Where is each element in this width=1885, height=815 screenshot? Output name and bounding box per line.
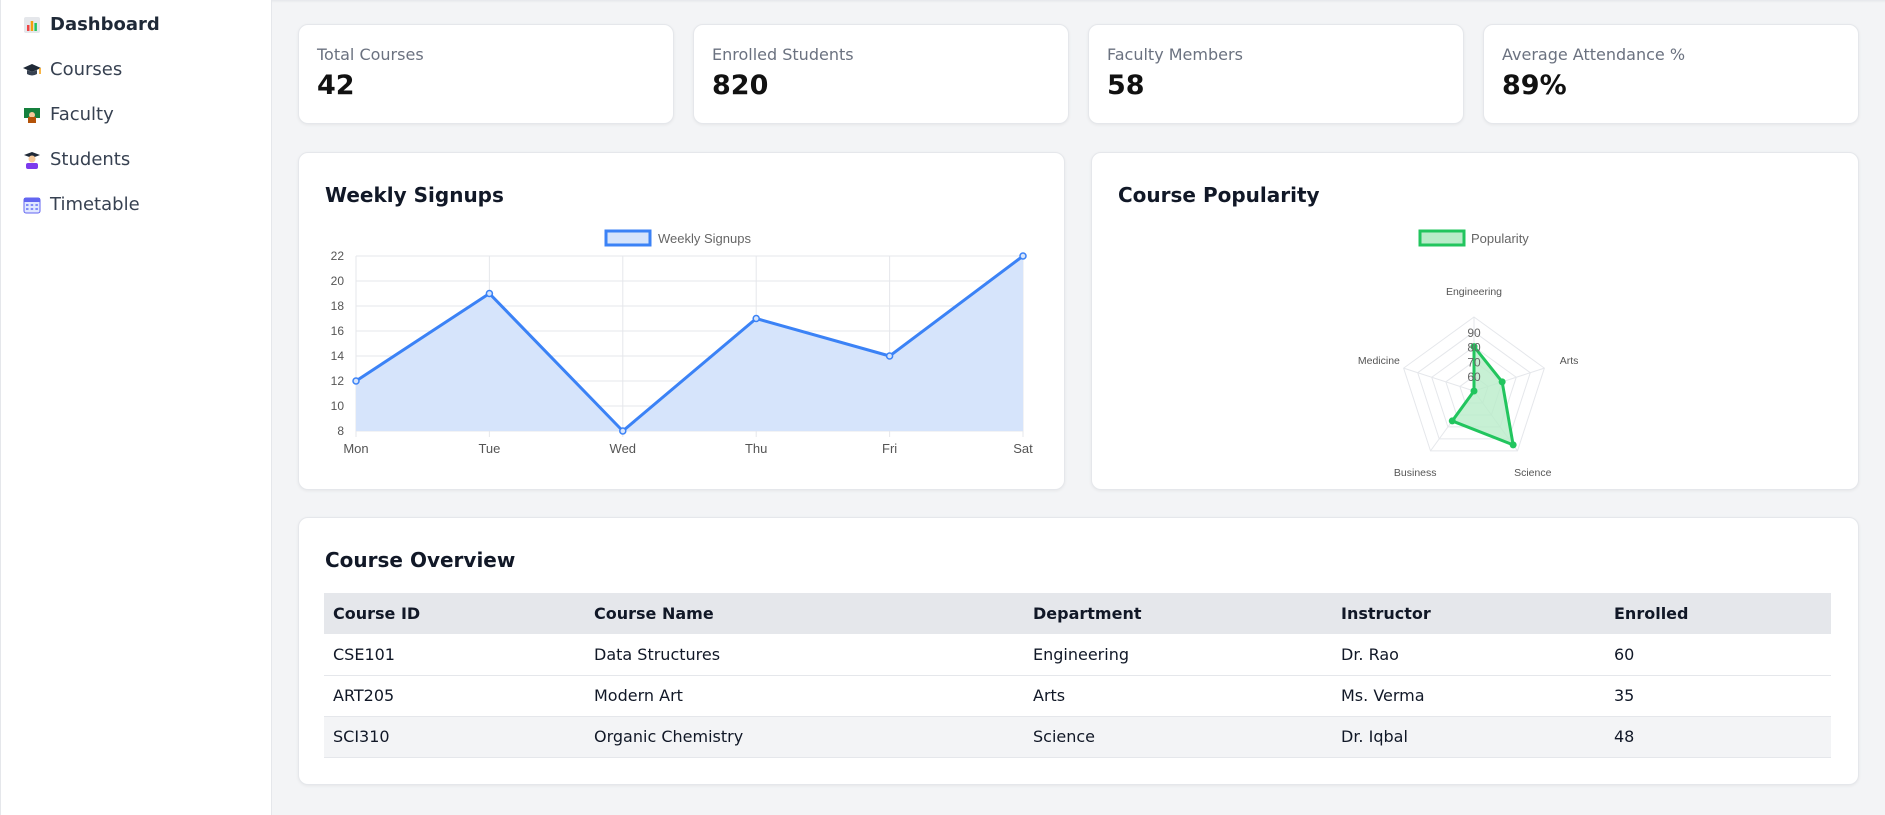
x-tick-label: Wed [610,441,637,456]
data-point [1509,441,1517,449]
stat-card-faculty-members: Faculty Members 58 [1088,24,1464,124]
table-cell: Engineering [1024,634,1332,676]
stat-value: 820 [712,70,769,101]
x-tick-label: Sat [1013,441,1033,456]
table-header-row: Course ID Course Name Department Instruc… [324,593,1831,634]
weekly-signups-chart[interactable]: 810121416182022Mon Tue Wed Thu Fri SatWeekly … [299,153,1064,489]
y-tick-label: 14 [331,349,345,363]
table-cell: 48 [1605,716,1831,758]
column-header[interactable]: Instructor [1332,593,1605,634]
stat-value: 89% [1502,70,1567,101]
data-point [485,289,494,298]
stat-card-total-courses: Total Courses 42 [298,24,674,124]
series-area [356,256,1023,431]
panel-title: Course Overview [325,548,516,572]
sidebar-item-dashboard[interactable]: Dashboard [1,2,271,47]
series-area [1450,345,1515,447]
sidebar: Dashboard Courses Faculty Students Timet… [0,0,272,815]
legend-label: Popularity [1471,231,1529,246]
student-icon [22,151,42,169]
column-header[interactable]: Course ID [324,593,585,634]
y-tick-label: 20 [331,274,345,288]
sidebar-item-label: Students [50,149,131,170]
sidebar-item-students[interactable]: Students [1,137,271,182]
table-row[interactable]: CSE101 Data Structures Engineering Dr. R… [324,634,1831,676]
teacher-icon [22,106,42,124]
category-label: Medicine [1358,355,1400,367]
column-header[interactable]: Enrolled [1605,593,1831,634]
data-point [1448,417,1456,425]
sidebar-item-label: Courses [50,59,123,80]
table-cell: Organic Chemistry [585,716,1024,758]
sidebar-item-timetable[interactable]: Timetable [1,182,271,227]
graduation-cap-icon [22,61,42,79]
sidebar-item-faculty[interactable]: Faculty [1,92,271,137]
course-popularity-chart[interactable]: 60708090 Engineering Arts Science Business Me… [1092,153,1858,489]
stat-value: 42 [317,70,355,101]
x-tick-label: Tue [478,441,500,456]
stat-card-average-attendance: Average Attendance % 89% [1483,24,1859,124]
bar-chart-icon [22,16,42,34]
data-point [619,427,627,435]
legend-label: Weekly Signups [658,231,751,246]
category-label: Arts [1560,355,1579,367]
data-point [352,377,360,385]
category-label: Business [1394,467,1437,479]
table-cell: Ms. Verma [1332,675,1605,717]
table-cell: Dr. Iqbal [1332,716,1605,758]
legend-swatch [604,229,652,247]
data-point [1019,252,1027,260]
data-point [1470,387,1478,395]
course-overview-table: Course ID Course Name Department Instruc… [324,593,1831,758]
table-row[interactable]: ART205 Modern Art Arts Ms. Verma 35 [324,675,1831,717]
category-label: Science [1514,467,1552,479]
table-cell: Dr. Rao [1332,634,1605,676]
table-cell: Arts [1024,675,1332,717]
sidebar-item-courses[interactable]: Courses [1,47,271,92]
column-header[interactable]: Department [1024,593,1332,634]
data-point [752,314,760,323]
r-tick-label: 60 [1467,370,1481,384]
table-cell: ART205 [324,675,585,717]
y-tick-label: 22 [331,249,345,263]
x-tick-label: Mon [343,441,368,456]
x-tick-label: Fri [882,441,897,456]
course-popularity-panel: Course Popularity 60 70 80 90 Engineering Art… [1091,152,1859,490]
r-tick-label: 70 [1467,355,1481,369]
r-tick-label: 90 [1467,326,1481,340]
table-cell: Modern Art [585,675,1024,717]
table-cell: 35 [1605,675,1831,717]
y-tick-label: 12 [331,374,345,388]
sidebar-item-label: Timetable [50,194,140,215]
stat-label: Average Attendance % [1502,45,1686,64]
table-cell: Science [1024,716,1332,758]
y-tick-label: 10 [331,399,345,413]
table-row[interactable]: SCI310 Organic Chemistry Science Dr. Iqb… [324,716,1831,758]
table-cell: SCI310 [324,716,585,758]
stat-label: Faculty Members [1107,45,1243,64]
data-point [885,352,894,360]
column-header[interactable]: Course Name [585,593,1024,634]
weekly-signups-panel: Weekly Signups 8 10 12 14 16 18 20 22 Mon Tue Wed T… [298,152,1065,490]
sidebar-item-label: Dashboard [50,14,160,35]
top-bar-shadow [272,0,1885,3]
r-tick-label: 80 [1467,341,1481,355]
category-label: Engineering [1446,286,1502,298]
stat-label: Enrolled Students [712,45,854,64]
table-cell: 60 [1605,634,1831,676]
course-overview-panel: Course Overview Course ID Course Name De… [298,517,1859,785]
table-cell: Data Structures [585,634,1024,676]
legend-swatch [1418,229,1466,247]
table-cell: CSE101 [324,634,585,676]
stat-card-enrolled-students: Enrolled Students 820 [693,24,1069,124]
data-point [1498,378,1506,386]
x-tick-label: Thu [745,441,767,456]
y-tick-label: 18 [331,299,345,313]
y-tick-label: 8 [337,424,344,438]
y-tick-label: 16 [331,324,345,338]
stat-label: Total Courses [317,45,424,64]
calendar-icon [22,196,42,214]
sidebar-item-label: Faculty [50,104,114,125]
stat-value: 58 [1107,70,1145,101]
